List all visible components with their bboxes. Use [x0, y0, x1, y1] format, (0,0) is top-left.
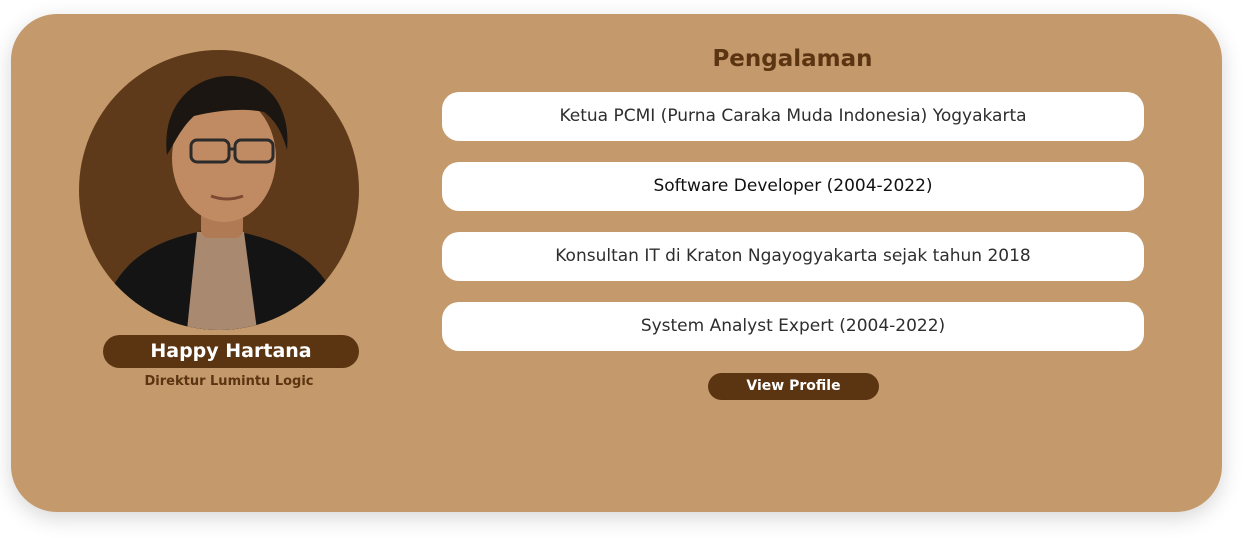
profile-name: Happy Hartana — [103, 335, 359, 368]
view-profile-button[interactable]: View Profile — [708, 373, 879, 400]
experience-list: Ketua PCMI (Purna Caraka Muda Indonesia)… — [442, 92, 1144, 372]
experience-item: System Analyst Expert (2004-2022) — [442, 302, 1144, 351]
experience-item: Ketua PCMI (Purna Caraka Muda Indonesia)… — [442, 92, 1144, 141]
person-illustration — [99, 75, 344, 330]
experience-item: Konsultan IT di Kraton Ngayogyakarta sej… — [442, 232, 1144, 281]
experience-heading: Pengalaman — [712, 46, 873, 72]
profile-photo — [79, 50, 359, 330]
profile-title: Direktur Lumintu Logic — [144, 374, 314, 389]
profile-card: Happy Hartana Direktur Lumintu Logic Pen… — [11, 14, 1222, 512]
experience-item: Software Developer (2004-2022) — [442, 162, 1144, 211]
